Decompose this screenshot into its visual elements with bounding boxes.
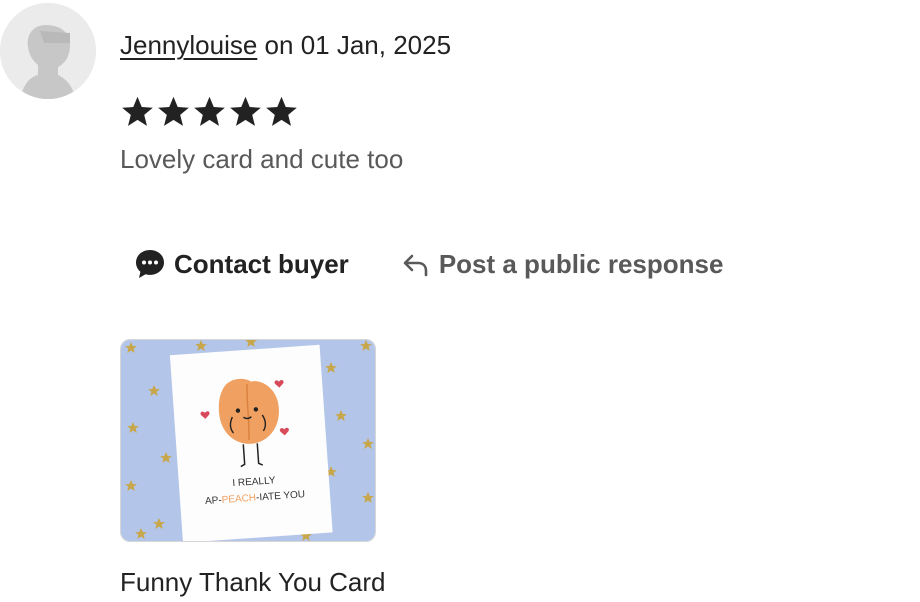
user-silhouette-icon <box>0 3 96 99</box>
star-rating <box>120 94 299 130</box>
contact-buyer-button[interactable]: Contact buyer <box>134 246 349 282</box>
star-icon <box>194 96 225 126</box>
review-date: on 01 Jan, 2025 <box>264 30 452 60</box>
reviewer-name-link[interactable]: Jennylouise <box>120 30 257 60</box>
product-image: I REALLY AP-PEACH-IATE YOU <box>121 340 375 541</box>
star-icon <box>230 96 261 126</box>
review-header: Jennylouise on 01 Jan, 2025 <box>120 28 451 62</box>
product-thumbnail[interactable]: I REALLY AP-PEACH-IATE YOU <box>120 339 376 542</box>
star-icon <box>122 96 153 126</box>
avatar[interactable] <box>0 3 96 99</box>
contact-buyer-label: Contact buyer <box>174 249 349 279</box>
review-actions: Contact buyer Post a public response <box>134 246 723 282</box>
post-public-response-button[interactable]: Post a public response <box>401 246 724 282</box>
star-icon <box>266 96 297 126</box>
product-title-link[interactable]: Funny Thank You Card <box>120 565 385 599</box>
chat-bubble-icon <box>136 250 164 278</box>
star-icon <box>158 96 189 126</box>
review-text: Lovely card and cute too <box>120 144 404 174</box>
reply-arrow-icon <box>403 254 428 277</box>
post-public-response-label: Post a public response <box>438 249 724 279</box>
